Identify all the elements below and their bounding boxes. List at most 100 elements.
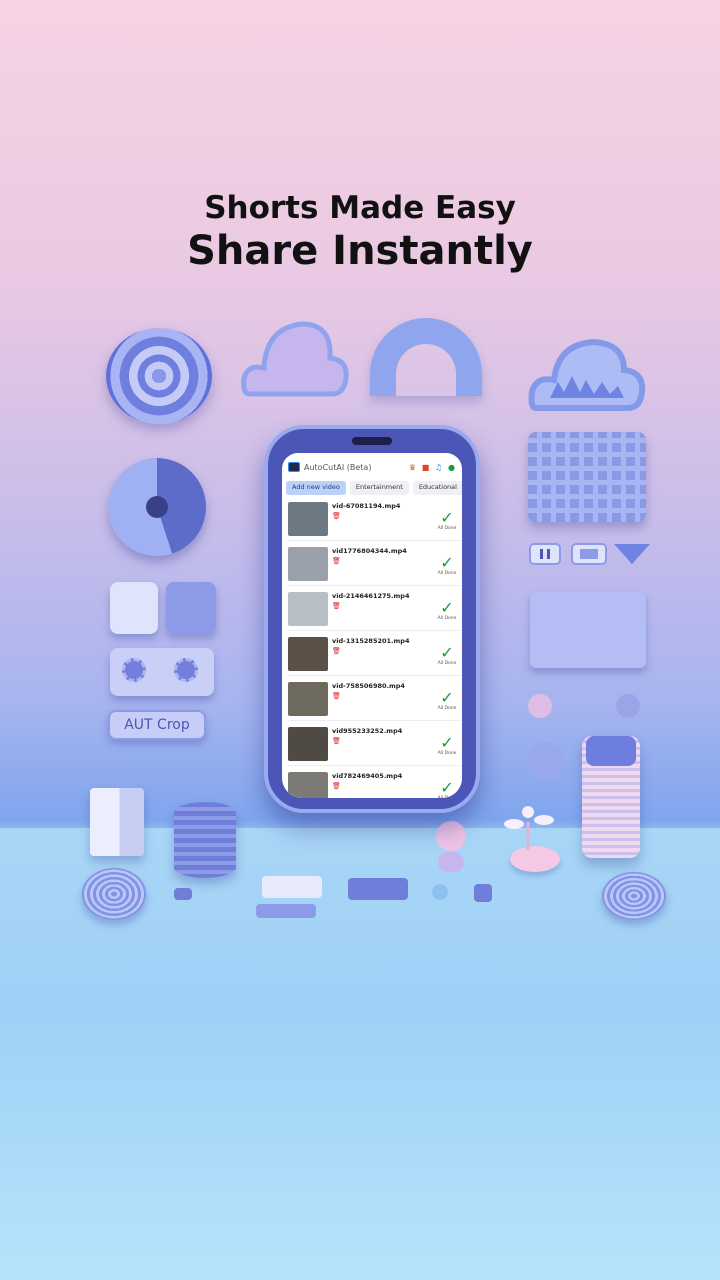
block-decoration bbox=[348, 878, 408, 900]
video-info: vid782469405.mp4 🗑 bbox=[332, 772, 432, 790]
block-decoration bbox=[256, 904, 316, 918]
video-thumbnail[interactable] bbox=[288, 727, 328, 761]
arch-decoration bbox=[370, 318, 482, 396]
check-icon: ✓ bbox=[440, 733, 454, 752]
status-text: All Done bbox=[437, 526, 457, 531]
headline-line2: Share Instantly bbox=[187, 228, 533, 274]
app-screen: AutoCutAI (Beta) ♛ ■ ♫ ● Add new video E… bbox=[282, 453, 462, 798]
music-icon[interactable]: ♫ bbox=[434, 463, 443, 472]
video-status: ✓All Done bbox=[432, 547, 462, 577]
check-icon: ✓ bbox=[440, 553, 454, 572]
buttons-decoration bbox=[529, 543, 650, 565]
video-list-item[interactable]: vid-67081194.mp4 🗑 ✓ All Done bbox=[288, 499, 462, 541]
headline-line1: Shorts Made Easy bbox=[204, 190, 516, 226]
video-filename: vid-1315285201.mp4 bbox=[332, 637, 410, 645]
video-thumbnail[interactable] bbox=[288, 592, 328, 626]
app-bar: AutoCutAI (Beta) ♛ ■ ♫ ● bbox=[282, 453, 462, 481]
video-thumbnail[interactable] bbox=[288, 772, 328, 798]
figure-decoration bbox=[436, 821, 466, 872]
video-info: vid-1315285201.mp4 🗑 bbox=[332, 637, 432, 655]
account-icon[interactable]: ● bbox=[447, 463, 456, 472]
disc-stack-decoration bbox=[174, 802, 236, 878]
video-status: ✓All Done bbox=[432, 682, 462, 712]
delete-icon[interactable]: 🗑 bbox=[332, 692, 432, 700]
video-filename: vid955233252.mp4 bbox=[332, 727, 403, 735]
knobs-tile-decoration bbox=[110, 648, 214, 696]
check-icon: ✓ bbox=[440, 598, 454, 617]
status-text: All Done bbox=[437, 751, 457, 756]
grid-panel-decoration bbox=[528, 432, 646, 522]
plant-icon bbox=[504, 806, 554, 850]
delete-icon[interactable]: 🗑 bbox=[332, 782, 432, 790]
status-text: All Done bbox=[437, 706, 457, 711]
video-list-item[interactable]: vid782469405.mp4🗑✓All Done bbox=[288, 769, 462, 798]
coil-decoration bbox=[82, 868, 146, 920]
sphere-decoration bbox=[526, 742, 564, 780]
video-thumbnail[interactable] bbox=[288, 547, 328, 581]
video-list: vid-67081194.mp4 🗑 ✓ All Done vid1776804344.… bbox=[282, 499, 462, 798]
status-text: All Done bbox=[437, 571, 457, 576]
status-text: All Done bbox=[437, 616, 457, 621]
tile-decoration bbox=[110, 582, 158, 634]
cylinder-decoration bbox=[582, 736, 640, 858]
video-list-item[interactable]: vid-1315285201.mp4 🗑 ✓ All Done bbox=[288, 634, 462, 676]
delete-icon[interactable]: 🗑 bbox=[332, 602, 432, 610]
video-filename: vid-2146461275.mp4 bbox=[332, 592, 410, 600]
cloud-decoration bbox=[241, 321, 349, 397]
video-thumbnail[interactable] bbox=[288, 502, 328, 536]
knob-icon bbox=[174, 658, 198, 682]
spiral-decoration bbox=[106, 328, 212, 424]
block-decoration bbox=[262, 876, 322, 898]
category-tabs: Add new video Entertainment Educational bbox=[282, 481, 462, 495]
video-thumbnail[interactable] bbox=[288, 682, 328, 716]
video-info: vid-67081194.mp4 🗑 bbox=[332, 502, 432, 520]
sphere-decoration bbox=[432, 884, 448, 900]
video-list-item[interactable]: vid1776804344.mp4 🗑 ✓ All Done bbox=[288, 544, 462, 586]
status-text: All Done bbox=[437, 661, 457, 666]
sphere-decoration bbox=[616, 694, 640, 718]
camera-icon[interactable]: ■ bbox=[421, 463, 430, 472]
video-status: ✓All Done bbox=[432, 592, 462, 622]
block-decoration bbox=[174, 888, 192, 900]
delete-icon[interactable]: 🗑 bbox=[332, 512, 432, 520]
block-decoration bbox=[474, 884, 492, 902]
delete-icon[interactable]: 🗑 bbox=[332, 647, 432, 655]
video-list-item[interactable]: vid955233252.mp4 🗑 ✓ All Done bbox=[288, 724, 462, 766]
video-status: ✓All Done bbox=[432, 502, 462, 532]
video-thumbnail[interactable] bbox=[288, 637, 328, 671]
video-filename: vid-67081194.mp4 bbox=[332, 502, 401, 510]
phone-notch bbox=[352, 437, 392, 445]
coil-decoration bbox=[602, 872, 666, 920]
crown-icon[interactable]: ♛ bbox=[408, 463, 417, 472]
video-info: vid1776804344.mp4 🗑 bbox=[332, 547, 432, 565]
check-icon: ✓ bbox=[440, 643, 454, 662]
tab-educational[interactable]: Educational bbox=[412, 481, 462, 495]
video-filename: vid1776804344.mp4 bbox=[332, 547, 407, 555]
panel-decoration bbox=[530, 592, 646, 668]
app-title: AutoCutAI (Beta) bbox=[304, 462, 372, 472]
video-filename: vid782469405.mp4 bbox=[332, 772, 403, 780]
knob-icon bbox=[122, 658, 146, 682]
camera-tile-decoration bbox=[166, 582, 216, 634]
sphere-decoration bbox=[528, 694, 552, 718]
tab-add-new-video[interactable]: Add new video bbox=[286, 481, 346, 495]
delete-icon[interactable]: 🗑 bbox=[332, 737, 432, 745]
delete-icon[interactable]: 🗑 bbox=[332, 557, 432, 565]
phone-mockup: AutoCutAI (Beta) ♛ ■ ♫ ● Add new video E… bbox=[264, 425, 480, 813]
status-text: All Done bbox=[432, 796, 462, 798]
video-info: vid955233252.mp4 🗑 bbox=[332, 727, 432, 745]
video-status: ✓All Done bbox=[432, 772, 462, 799]
app-logo-icon bbox=[288, 462, 300, 472]
video-info: vid-758506980.mp4 🗑 bbox=[332, 682, 432, 700]
tab-entertainment[interactable]: Entertainment bbox=[349, 481, 409, 495]
video-list-item[interactable]: vid-758506980.mp4 🗑 ✓ All Done bbox=[288, 679, 462, 721]
video-list-item[interactable]: vid-2146461275.mp4 🗑 ✓ All Done bbox=[288, 589, 462, 631]
disc-decoration bbox=[108, 458, 206, 556]
video-filename: vid-758506980.mp4 bbox=[332, 682, 405, 690]
check-icon: ✓ bbox=[440, 778, 454, 797]
video-status: ✓All Done bbox=[432, 727, 462, 757]
video-info: vid-2146461275.mp4 🗑 bbox=[332, 592, 432, 610]
cube-decoration bbox=[90, 788, 144, 856]
crop-label-decoration: AUT Crop bbox=[108, 710, 206, 740]
cloud-outline-decoration bbox=[528, 338, 646, 411]
